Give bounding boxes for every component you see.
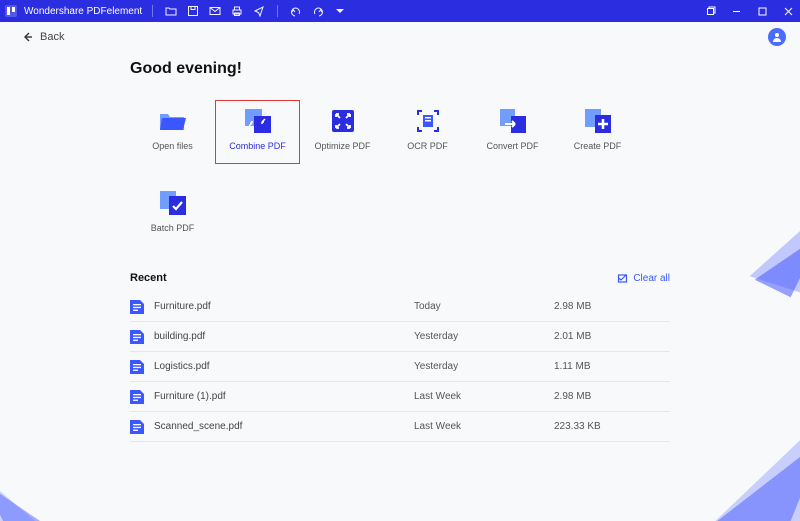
back-label: Back <box>40 31 64 43</box>
recent-file-date: Today <box>414 301 554 312</box>
recent-header: Recent Clear all <box>130 272 670 284</box>
create-pdf-icon <box>582 107 614 135</box>
pdf-file-icon <box>130 390 144 404</box>
app-title: Wondershare PDFelement <box>24 6 142 17</box>
recent-file-name: Logistics.pdf <box>154 361 414 372</box>
recent-file-size: 2.98 MB <box>554 391 591 402</box>
decor-triangle <box>714 412 800 521</box>
user-icon <box>771 31 783 43</box>
tile-label: OCR PDF <box>407 141 448 151</box>
optimize-pdf-icon <box>327 107 359 135</box>
recent-row[interactable]: Furniture.pdf Today 2.98 MB <box>130 292 670 322</box>
clear-all-icon <box>617 273 628 284</box>
recent-file-size: 1.11 MB <box>554 361 591 372</box>
user-avatar[interactable] <box>768 28 786 46</box>
recent-file-name: Furniture.pdf <box>154 301 414 312</box>
recent-file-size: 223.33 KB <box>554 421 601 432</box>
tile-open-files[interactable]: Open files <box>130 100 215 164</box>
decor-triangle <box>755 217 800 297</box>
window-close-icon[interactable] <box>780 3 796 19</box>
clear-all-label: Clear all <box>633 273 670 284</box>
tile-ocr-pdf[interactable]: OCR PDF <box>385 100 470 164</box>
titlebar: Wondershare PDFelement <box>0 0 800 22</box>
top-strip: Back <box>0 22 800 52</box>
decor-triangle <box>750 186 800 293</box>
tile-label: Batch PDF <box>151 223 195 233</box>
back-button[interactable]: Back <box>22 31 64 43</box>
decor-triangle <box>698 392 800 521</box>
tile-batch-pdf[interactable]: Batch PDF <box>130 182 215 246</box>
recent-file-name: Scanned_scene.pdf <box>154 421 414 432</box>
redo-icon[interactable] <box>310 3 326 19</box>
main-body: Back Good evening! Open files Combine PD… <box>0 22 800 521</box>
window-minimize-icon[interactable] <box>728 3 744 19</box>
recent-file-date: Yesterday <box>414 361 554 372</box>
recent-file-date: Last Week <box>414 421 554 432</box>
convert-pdf-icon <box>497 107 529 135</box>
recent-file-date: Yesterday <box>414 331 554 342</box>
more-icon[interactable] <box>332 3 348 19</box>
recent-row[interactable]: Logistics.pdf Yesterday 1.11 MB <box>130 352 670 382</box>
page-title: Good evening! <box>130 60 680 78</box>
app-logo-icon <box>4 4 18 18</box>
pdf-file-icon <box>130 360 144 374</box>
action-tiles: Open files Combine PDF Optimize PDF OCR … <box>130 100 680 164</box>
window-restore-icon[interactable] <box>702 3 718 19</box>
pdf-file-icon <box>130 300 144 314</box>
tile-convert-pdf[interactable]: Convert PDF <box>470 100 555 164</box>
print-icon[interactable] <box>229 3 245 19</box>
open-folder-icon[interactable] <box>163 3 179 19</box>
recent-file-name: building.pdf <box>154 331 414 342</box>
pdf-file-icon <box>130 420 144 434</box>
batch-pdf-icon <box>157 189 189 217</box>
tile-create-pdf[interactable]: Create PDF <box>555 100 640 164</box>
tile-label: Convert PDF <box>486 141 538 151</box>
clear-all-button[interactable]: Clear all <box>617 273 670 284</box>
action-tiles-row2: Batch PDF <box>130 182 680 246</box>
back-arrow-icon <box>22 31 34 43</box>
recent-file-size: 2.98 MB <box>554 301 591 312</box>
recent-file-name: Furniture (1).pdf <box>154 391 414 402</box>
recent-row[interactable]: Scanned_scene.pdf Last Week 223.33 KB <box>130 412 670 442</box>
open-files-icon <box>157 107 189 135</box>
recent-row[interactable]: building.pdf Yesterday 2.01 MB <box>130 322 670 352</box>
recent-file-size: 2.01 MB <box>554 331 591 342</box>
window-maximize-icon[interactable] <box>754 3 770 19</box>
pdf-file-icon <box>130 330 144 344</box>
combine-pdf-icon <box>242 107 274 135</box>
content: Good evening! Open files Combine PDF Opt… <box>0 52 680 442</box>
mail-icon[interactable] <box>207 3 223 19</box>
decor-triangle <box>0 455 58 521</box>
tile-label: Open files <box>152 141 193 151</box>
divider <box>152 5 153 17</box>
recent-file-date: Last Week <box>414 391 554 402</box>
tile-label: Combine PDF <box>229 141 286 151</box>
recent-row[interactable]: Furniture (1).pdf Last Week 2.98 MB <box>130 382 670 412</box>
titlebar-left: Wondershare PDFelement <box>4 3 348 19</box>
share-icon[interactable] <box>251 3 267 19</box>
tile-optimize-pdf[interactable]: Optimize PDF <box>300 100 385 164</box>
tile-combine-pdf[interactable]: Combine PDF <box>215 100 300 164</box>
divider <box>277 5 278 17</box>
tile-label: Optimize PDF <box>314 141 370 151</box>
tile-label: Create PDF <box>574 141 622 151</box>
ocr-pdf-icon <box>412 107 444 135</box>
titlebar-right <box>702 3 796 19</box>
save-icon[interactable] <box>185 3 201 19</box>
decor-triangle <box>0 466 51 521</box>
recent-title: Recent <box>130 272 167 284</box>
recent-section: Recent Clear all Furniture.pdf Today 2.9… <box>130 272 670 442</box>
undo-icon[interactable] <box>288 3 304 19</box>
